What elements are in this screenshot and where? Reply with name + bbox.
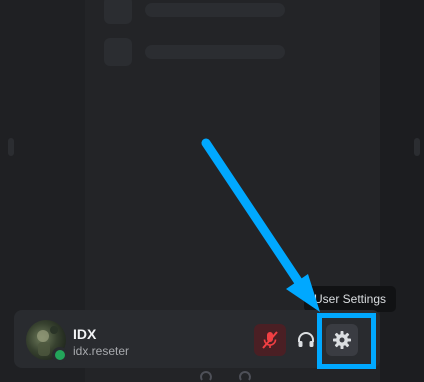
right-rail bbox=[380, 0, 424, 382]
placeholder-icon bbox=[104, 0, 132, 24]
placeholder-text bbox=[145, 3, 285, 17]
display-name[interactable]: IDX bbox=[73, 326, 96, 342]
placeholder-text bbox=[145, 45, 285, 59]
redo-icon bbox=[239, 371, 251, 381]
headphones-icon bbox=[298, 332, 314, 347]
microphone-muted-icon bbox=[262, 331, 278, 349]
tooltip: User Settings bbox=[304, 286, 396, 312]
online-status-icon bbox=[52, 347, 68, 363]
highlight-box bbox=[317, 313, 376, 369]
username[interactable]: idx.reseter bbox=[73, 344, 129, 358]
rail-scroll-indicator bbox=[8, 138, 14, 156]
mute-button[interactable] bbox=[254, 324, 286, 356]
rail-scroll-indicator-right bbox=[414, 138, 420, 156]
placeholder-icon bbox=[104, 38, 132, 66]
refresh-icon bbox=[200, 371, 212, 381]
